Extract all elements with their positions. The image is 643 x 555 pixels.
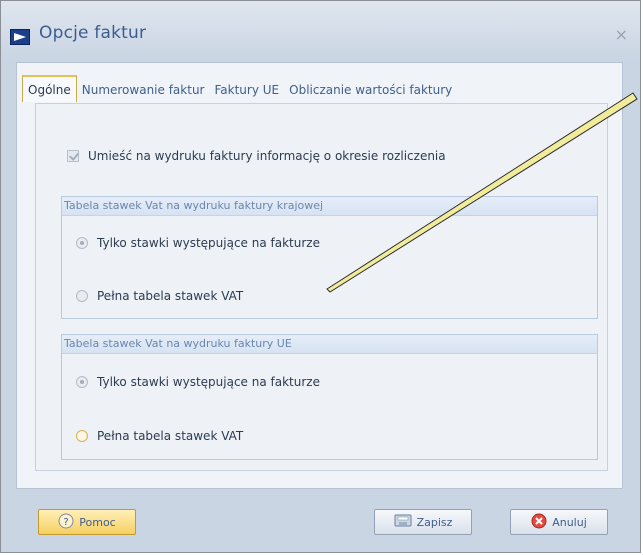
callout-arrow-shape [326, 92, 638, 293]
callout-pointer [326, 92, 638, 293]
